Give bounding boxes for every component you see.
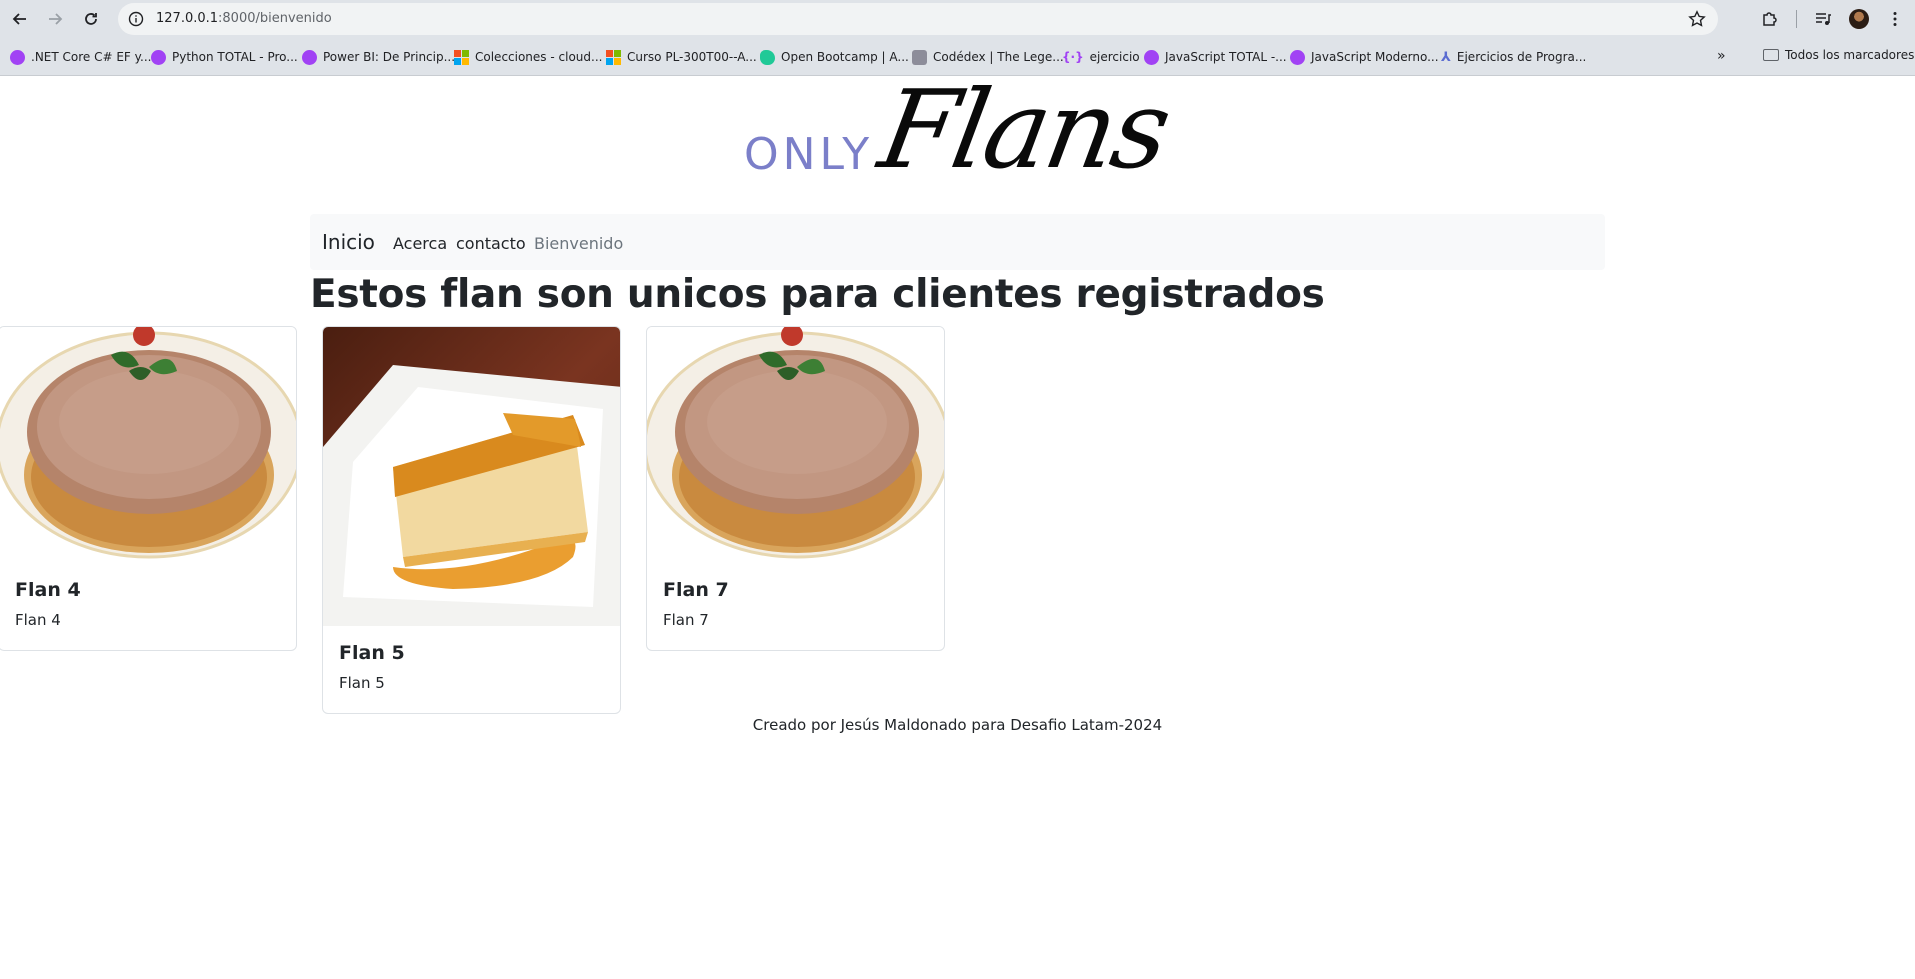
codedex-icon	[912, 49, 927, 65]
udemy-icon	[302, 49, 317, 65]
page-title: Estos flan son unicos para clientes regi…	[310, 272, 1325, 317]
bookmark-label: ejercicio	[1089, 50, 1140, 64]
flan-image	[647, 327, 944, 563]
extensions-button[interactable]	[1759, 8, 1781, 30]
udemy-icon	[151, 49, 166, 65]
bookmark-label: Colecciones - cloud...	[475, 50, 603, 64]
bookmark-label: JavaScript TOTAL -...	[1165, 50, 1287, 64]
bookmark-item[interactable]: Power BI: De Princip...	[302, 48, 455, 66]
address-bar[interactable]: 127.0.0.1:8000/bienvenido	[118, 3, 1718, 35]
flan-round-plate-image	[0, 327, 296, 563]
bookmark-label: Python TOTAL - Pro...	[172, 50, 298, 64]
card-text: Flan 4	[15, 611, 61, 629]
reload-button[interactable]	[79, 7, 103, 31]
bookmark-label: Ejercicios de Progra...	[1456, 50, 1587, 64]
microsoft-icon	[454, 49, 469, 65]
logo-only-text: ONLY	[744, 129, 874, 180]
microsoft-icon	[606, 49, 621, 65]
toolbar-separator	[1796, 10, 1797, 28]
card-title: Flan 4	[15, 579, 81, 601]
arrow-left-icon	[12, 13, 26, 25]
flan-round-plate-image	[647, 327, 944, 563]
flan-slice-square-plate-image	[323, 327, 620, 626]
puzzle-icon	[1763, 12, 1777, 26]
page-footer: Creado por Jesús Maldonado para Desafio …	[752, 716, 1163, 734]
all-bookmarks-button[interactable]: Todos los marcadores	[1763, 48, 1914, 62]
openbootcamp-icon	[760, 49, 775, 65]
bookmark-star-icon[interactable]	[1688, 10, 1706, 28]
url-path: :8000/bienvenido	[218, 11, 332, 26]
bookmark-label: JavaScript Moderno...	[1311, 50, 1439, 64]
browser-menu-button[interactable]	[1884, 8, 1906, 30]
exercism-icon: ⅄	[1441, 49, 1451, 65]
card-title: Flan 5	[339, 642, 405, 664]
browser-toolbar: 127.0.0.1:8000/bienvenido	[0, 0, 1915, 38]
bookmark-item[interactable]: Colecciones - cloud...	[454, 48, 602, 66]
bookmark-item[interactable]: .NET Core C# EF y...	[10, 48, 152, 66]
forward-button[interactable]	[43, 7, 67, 31]
bookmark-item[interactable]: JavaScript Moderno...	[1290, 48, 1439, 66]
bookmark-item[interactable]: ⅄ Ejercicios de Progra...	[1441, 48, 1586, 66]
logo-flans-text: Flans	[870, 68, 1177, 193]
main-navbar: Inicio Acerca contacto Bienvenido	[310, 214, 1605, 270]
url-host: 127.0.0.1	[156, 11, 219, 26]
bookmark-item[interactable]: Open Bootcamp | A...	[760, 48, 909, 66]
profile-avatar[interactable]	[1849, 9, 1869, 29]
bookmark-label: Open Bootcamp | A...	[781, 50, 909, 64]
nav-link-acerca[interactable]: Acerca	[393, 234, 447, 253]
curly-braces-icon: {·}	[1062, 49, 1084, 64]
udemy-icon	[10, 49, 25, 65]
flan-image	[323, 327, 620, 626]
nav-link-contacto[interactable]: contacto	[456, 234, 526, 253]
folder-icon	[1763, 49, 1779, 61]
flan-card: Flan 7 Flan 7	[646, 326, 945, 651]
reload-icon	[85, 13, 97, 25]
bookmark-item[interactable]: Codédex | The Lege...	[912, 48, 1064, 66]
bookmark-label: Codédex | The Lege...	[933, 50, 1064, 64]
bookmark-item[interactable]: {·} ejercicio	[1062, 48, 1140, 66]
url-text: 127.0.0.1:8000/bienvenido	[156, 11, 332, 26]
bookmark-item[interactable]: Curso PL-300T00--A...	[606, 48, 757, 66]
flan-image	[0, 327, 296, 563]
flan-card: Flan 5 Flan 5	[322, 326, 621, 714]
all-bookmarks-label: Todos los marcadores	[1785, 48, 1915, 62]
back-button[interactable]	[8, 7, 32, 31]
nav-brand-inicio[interactable]: Inicio	[322, 230, 375, 254]
nav-link-bienvenido[interactable]: Bienvenido	[534, 234, 623, 253]
bookmark-item[interactable]: Python TOTAL - Pro...	[151, 48, 298, 66]
bookmark-label: Curso PL-300T00--A...	[627, 50, 757, 64]
bookmark-label: Power BI: De Princip...	[323, 50, 456, 64]
flan-card: Flan 4 Flan 4	[0, 326, 297, 651]
card-text: Flan 5	[339, 674, 385, 692]
bookmark-label: .NET Core C# EF y...	[31, 50, 152, 64]
arrow-right-icon	[49, 13, 63, 25]
card-text: Flan 7	[663, 611, 709, 629]
card-title: Flan 7	[663, 579, 729, 601]
kebab-menu-icon	[1893, 12, 1897, 26]
media-control-button[interactable]	[1812, 8, 1834, 30]
playlist-icon	[1816, 13, 1831, 25]
udemy-icon	[1290, 49, 1305, 65]
site-logo: ONLY Flans	[744, 68, 1177, 194]
bookmark-item[interactable]: JavaScript TOTAL -...	[1144, 48, 1287, 66]
more-bookmarks-chevron-icon[interactable]: »	[1717, 48, 1726, 64]
info-icon[interactable]	[128, 11, 144, 27]
udemy-icon	[1144, 49, 1159, 65]
